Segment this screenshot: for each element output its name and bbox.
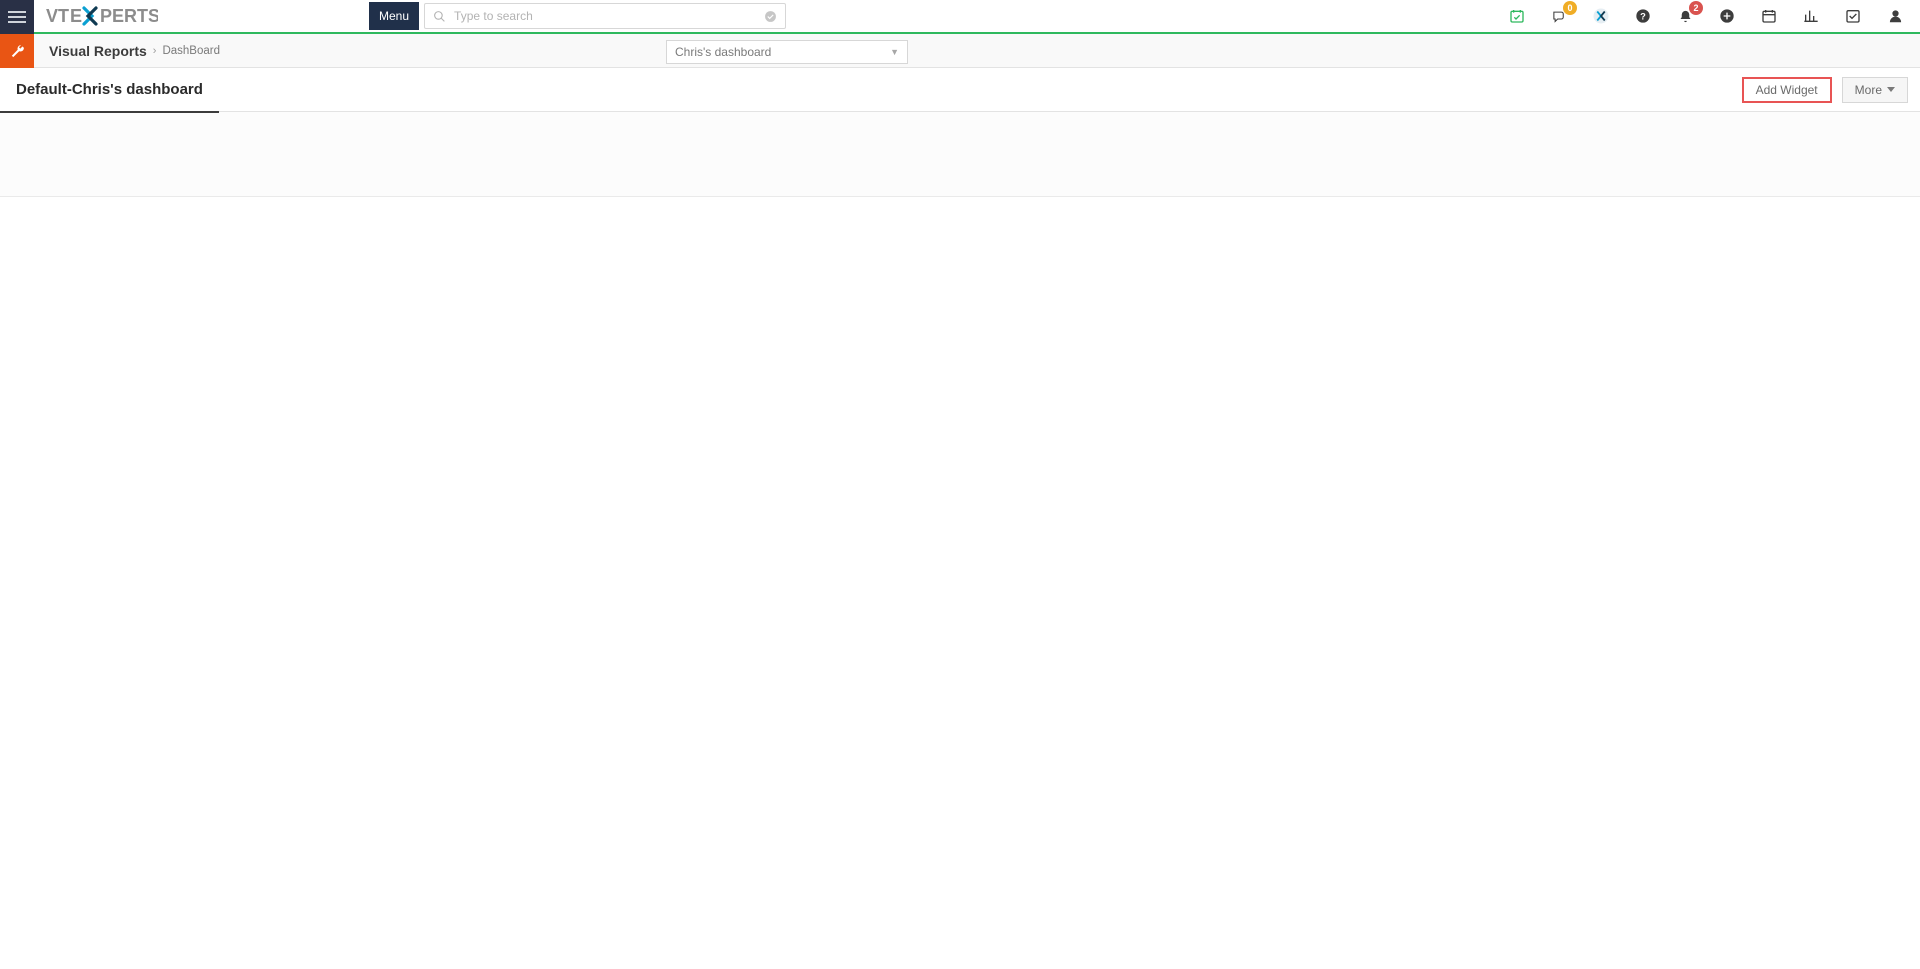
dashboard-selector-value: Chris's dashboard <box>675 45 771 59</box>
more-label: More <box>1855 83 1882 97</box>
topbar-icon-tray: 0 ? 2 <box>1506 0 1920 32</box>
caret-down-icon <box>1887 87 1895 92</box>
tab-actions: Add Widget More <box>1742 77 1908 103</box>
checkbox-icon[interactable] <box>1842 5 1864 27</box>
help-icon[interactable]: ? <box>1632 5 1654 27</box>
search-confirm-icon[interactable] <box>764 10 777 23</box>
breadcrumb: Visual Reports › DashBoard <box>34 34 220 67</box>
tab-row: Default-Chris's dashboard Add Widget Mor… <box>0 68 1920 112</box>
top-bar: VT E PERTS Menu 0 ? <box>0 0 1920 34</box>
calendar-check-icon[interactable] <box>1506 5 1528 27</box>
svg-text:VT: VT <box>46 6 69 26</box>
search-input[interactable] <box>454 9 764 23</box>
hamburger-icon <box>8 11 26 23</box>
svg-text:PERTS: PERTS <box>100 6 158 26</box>
search-icon <box>433 10 446 23</box>
svg-text:E: E <box>70 6 82 26</box>
menu-button[interactable]: Menu <box>369 2 419 30</box>
module-icon-cell[interactable] <box>0 34 34 68</box>
svg-text:?: ? <box>1640 11 1646 21</box>
tab-active[interactable]: Default-Chris's dashboard <box>0 69 219 113</box>
app-logo[interactable]: VT E PERTS <box>34 0 170 32</box>
wrench-icon <box>9 43 26 60</box>
plus-circle-icon[interactable] <box>1716 5 1738 27</box>
more-button[interactable]: More <box>1842 77 1908 103</box>
chevron-down-icon: ▼ <box>890 47 899 57</box>
bell-icon[interactable]: 2 <box>1674 5 1696 27</box>
dashboard-content-area <box>0 112 1920 197</box>
breadcrumb-leaf: DashBoard <box>162 45 220 57</box>
chat-icon[interactable]: 0 <box>1548 5 1570 27</box>
global-search[interactable] <box>424 3 786 29</box>
breadcrumb-root[interactable]: Visual Reports <box>49 43 147 59</box>
bar-chart-icon[interactable] <box>1800 5 1822 27</box>
sub-bar: Visual Reports › DashBoard Chris's dashb… <box>0 34 1920 68</box>
user-icon[interactable] <box>1884 5 1906 27</box>
bell-badge: 2 <box>1689 1 1703 15</box>
hamburger-menu-button[interactable] <box>0 0 34 34</box>
add-widget-button[interactable]: Add Widget <box>1742 77 1832 103</box>
chevron-right-icon: › <box>153 45 157 57</box>
tab-active-label: Default-Chris's dashboard <box>16 81 203 98</box>
chat-badge: 0 <box>1563 1 1577 15</box>
xperts-icon[interactable] <box>1590 5 1612 27</box>
add-widget-label: Add Widget <box>1756 83 1818 97</box>
dashboard-selector[interactable]: Chris's dashboard ▼ <box>666 40 908 64</box>
calendar-icon[interactable] <box>1758 5 1780 27</box>
